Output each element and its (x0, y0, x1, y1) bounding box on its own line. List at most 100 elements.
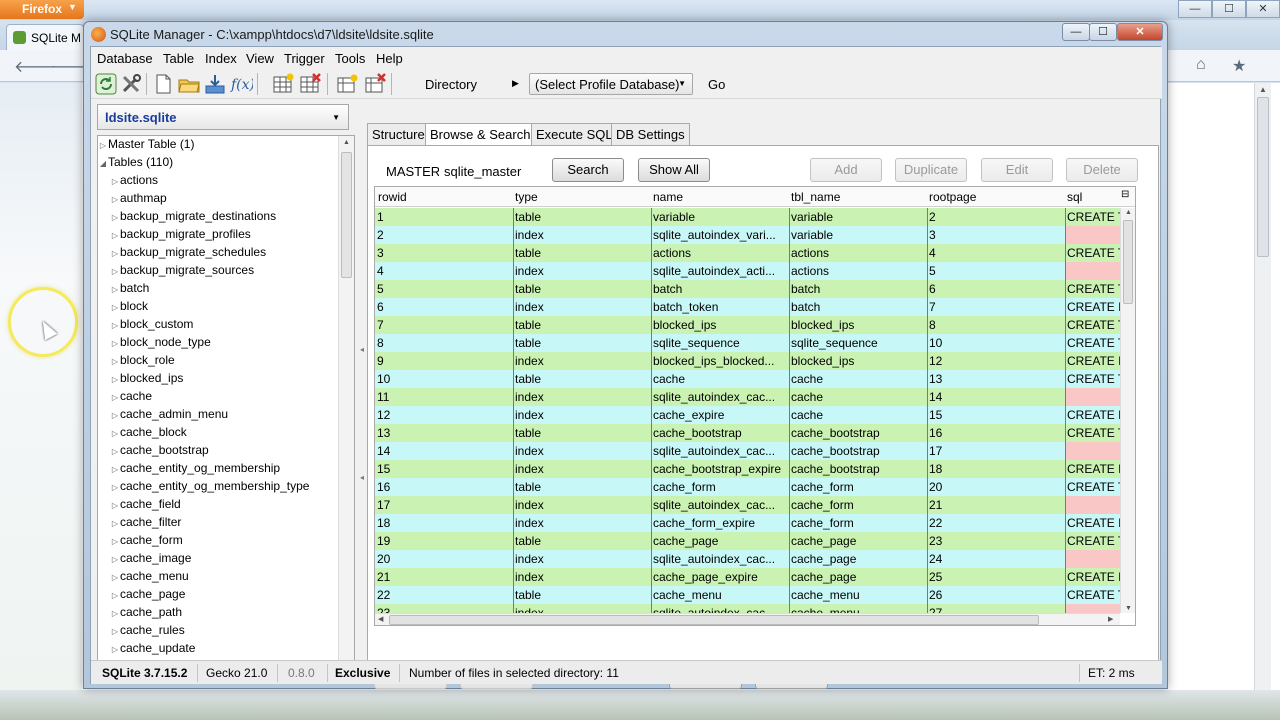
table-row[interactable]: 16 table cache_form cache_form 20 CREATE T (375, 478, 1120, 496)
table-row[interactable]: 12 index cache_expire cache 15 CREATE I (375, 406, 1120, 424)
collapse-icon[interactable]: ◢ (98, 159, 108, 168)
directory-label[interactable]: Directory (425, 77, 477, 92)
cell-tbl-name[interactable]: cache_page (789, 532, 927, 550)
cell-sql[interactable] (1065, 262, 1120, 280)
column-header-sql[interactable]: sql (1067, 190, 1082, 204)
scroll-left-icon[interactable]: ◀ (378, 615, 383, 623)
tab-execute-sql[interactable]: Execute SQL (531, 123, 618, 145)
expand-icon[interactable]: ▷ (98, 141, 108, 150)
grid-vertical-scrollbar[interactable]: ▲ ▼ (1120, 208, 1135, 613)
cell-rootpage[interactable]: 15 (927, 406, 1065, 424)
firefox-menu-button[interactable]: Firefox ▼ (0, 0, 84, 19)
cell-rowid[interactable]: 3 (375, 244, 513, 262)
cell-rowid[interactable]: 18 (375, 514, 513, 532)
tree-table-item[interactable]: ▷ cache_block (110, 425, 187, 443)
firefox-maximize-button[interactable]: ☐ (1212, 0, 1246, 18)
cell-rowid[interactable]: 21 (375, 568, 513, 586)
cell-tbl-name[interactable]: cache_bootstrap (789, 460, 927, 478)
cell-name[interactable]: cache_bootstrap (651, 424, 789, 442)
tab-browse-search[interactable]: Browse & Search (425, 123, 536, 146)
table-row[interactable]: 11 index sqlite_autoindex_cac... cache 14 (375, 388, 1120, 406)
expand-icon[interactable]: ▷ (110, 393, 120, 402)
cell-type[interactable]: index (513, 388, 651, 406)
cell-sql[interactable]: CREATE T (1065, 316, 1120, 334)
column-header-type[interactable]: type (515, 190, 538, 204)
scroll-right-icon[interactable]: ▶ (1108, 615, 1113, 623)
expand-icon[interactable]: ▷ (110, 483, 120, 492)
expand-icon[interactable]: ▷ (110, 267, 120, 276)
cell-name[interactable]: batch (651, 280, 789, 298)
cell-tbl-name[interactable]: cache_menu (789, 586, 927, 604)
table-row[interactable]: 13 table cache_bootstrap cache_bootstrap 16 C… (375, 424, 1120, 442)
cell-rowid[interactable]: 7 (375, 316, 513, 334)
cell-rowid[interactable]: 19 (375, 532, 513, 550)
cell-rowid[interactable]: 11 (375, 388, 513, 406)
tree-tables-group[interactable]: ◢ Tables (110) (98, 155, 173, 173)
cell-rowid[interactable]: 15 (375, 460, 513, 478)
expand-icon[interactable]: ▷ (110, 429, 120, 438)
cell-sql[interactable] (1065, 226, 1120, 244)
cell-sql[interactable]: CREATE T (1065, 532, 1120, 550)
cell-rootpage[interactable]: 23 (927, 532, 1065, 550)
cell-sql[interactable]: CREATE I (1065, 298, 1120, 316)
tree-table-item[interactable]: ▷ cache_entity_og_membership_type (110, 479, 310, 497)
cell-name[interactable]: blocked_ips (651, 316, 789, 334)
cell-name[interactable]: cache_expire (651, 406, 789, 424)
home-icon[interactable]: ⌂ (1196, 56, 1206, 74)
table-row[interactable]: 15 index cache_bootstrap_expire cache_boots… (375, 460, 1120, 478)
cell-type[interactable]: index (513, 550, 651, 568)
cell-sql[interactable]: CREATE I (1065, 568, 1120, 586)
cell-sql[interactable]: CREATE T (1065, 586, 1120, 604)
show-all-button[interactable]: Show All (638, 158, 710, 182)
tree-table-item[interactable]: ▷ cache_rules (110, 623, 185, 641)
cell-name[interactable]: cache_bootstrap_expire (651, 460, 789, 478)
expand-icon[interactable]: ▷ (110, 321, 120, 330)
table-row[interactable]: 6 index batch_token batch 7 CREATE I (375, 298, 1120, 316)
tree-master-table[interactable]: ▷ Master Table (1) (98, 137, 195, 155)
tree-table-item[interactable]: ▷ cache_filter (110, 515, 181, 533)
tree-table-item[interactable]: ▷ block (110, 299, 148, 317)
open-database-icon[interactable] (177, 72, 201, 96)
expand-icon[interactable]: ▷ (110, 609, 120, 618)
cell-rootpage[interactable]: 21 (927, 496, 1065, 514)
tree-table-item[interactable]: ▷ cache_field (110, 497, 181, 515)
column-picker-icon[interactable]: ⊟ (1121, 189, 1129, 200)
scroll-thumb[interactable] (1257, 97, 1269, 257)
table-row[interactable]: 8 table sqlite_sequence sqlite_sequence 10 CR… (375, 334, 1120, 352)
cell-name[interactable]: sqlite_autoindex_cac... (651, 388, 789, 406)
cell-tbl-name[interactable]: actions (789, 244, 927, 262)
maximize-button[interactable]: ☐ (1089, 23, 1117, 41)
expand-icon[interactable]: ▷ (110, 591, 120, 600)
cell-type[interactable]: index (513, 352, 651, 370)
cell-rowid[interactable]: 14 (375, 442, 513, 460)
attach-database-icon[interactable] (203, 72, 227, 96)
expand-icon[interactable]: ▷ (110, 537, 120, 546)
create-table-icon[interactable] (271, 72, 295, 96)
cell-rootpage[interactable]: 16 (927, 424, 1065, 442)
tree-table-item[interactable]: ▷ backup_migrate_sources (110, 263, 254, 281)
tree-table-item[interactable]: ▷ cache_entity_og_membership (110, 461, 280, 479)
cell-type[interactable]: table (513, 370, 651, 388)
cell-name[interactable]: variable (651, 208, 789, 226)
cell-tbl-name[interactable]: blocked_ips (789, 352, 927, 370)
table-row[interactable]: 2 index sqlite_autoindex_vari... variable 3 (375, 226, 1120, 244)
tree-table-item[interactable]: ▷ authmap (110, 191, 167, 209)
table-row[interactable]: 23 index sqlite_autoindex_cac... cache_menu… (375, 604, 1120, 613)
cell-rootpage[interactable]: 17 (927, 442, 1065, 460)
refresh-icon[interactable] (94, 72, 118, 96)
cell-rootpage[interactable]: 8 (927, 316, 1065, 334)
cell-name[interactable]: sqlite_autoindex_cac... (651, 442, 789, 460)
cell-type[interactable]: table (513, 208, 651, 226)
cell-rootpage[interactable]: 6 (927, 280, 1065, 298)
cell-sql[interactable] (1065, 604, 1120, 613)
menu-database[interactable]: Database (97, 51, 153, 66)
expand-icon[interactable]: ▷ (110, 645, 120, 654)
search-button[interactable]: Search (552, 158, 624, 182)
table-row[interactable]: 22 table cache_menu cache_menu 26 CREATE T (375, 586, 1120, 604)
scroll-up-icon[interactable]: ▲ (1125, 209, 1132, 216)
cell-sql[interactable] (1065, 388, 1120, 406)
tree-table-item[interactable]: ▷ block_node_type (110, 335, 211, 353)
cell-tbl-name[interactable]: cache (789, 388, 927, 406)
tree-table-item[interactable]: ▷ cache_update (110, 641, 195, 659)
expand-icon[interactable]: ▷ (110, 357, 120, 366)
